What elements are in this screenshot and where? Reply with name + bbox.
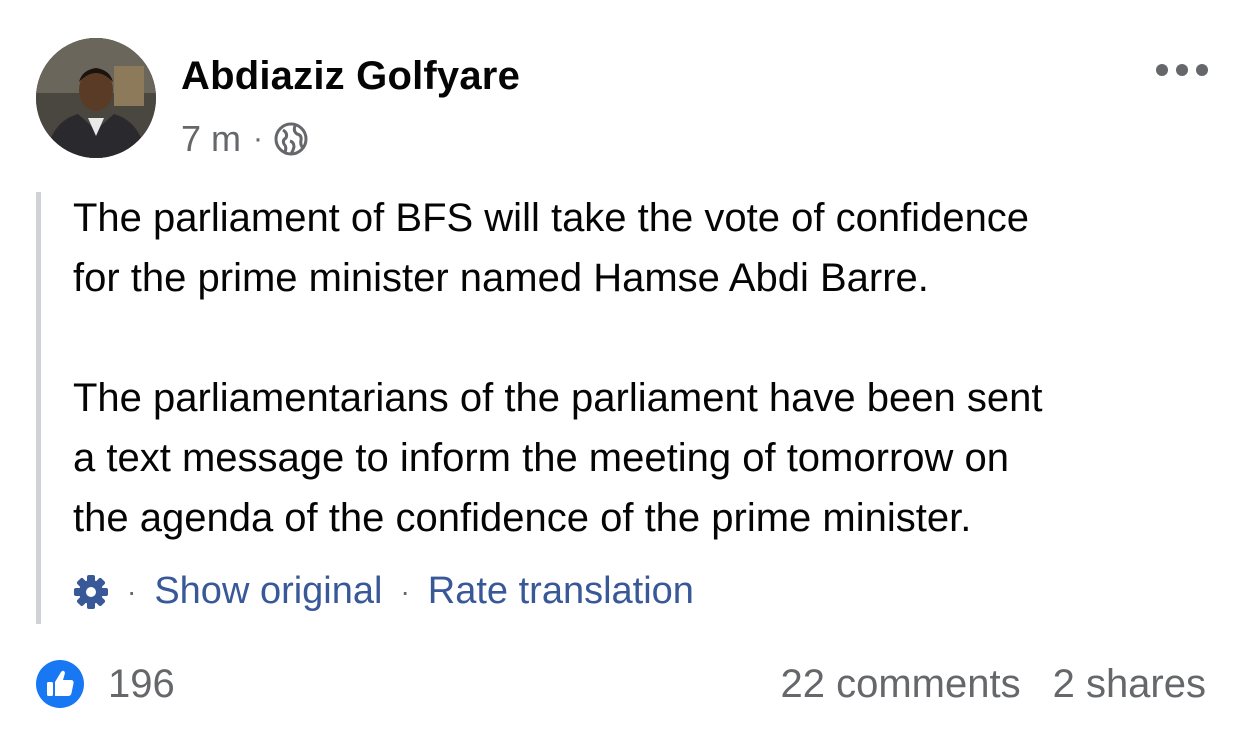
avatar[interactable] — [36, 38, 156, 158]
gear-icon[interactable] — [73, 574, 109, 610]
more-horizontal-icon[interactable] — [1154, 60, 1210, 80]
post-paragraph-2: The parliamentarians of the parliament h… — [73, 376, 1043, 540]
translation-quote-bar — [36, 192, 41, 624]
comments-count[interactable]: 22 comments — [780, 662, 1020, 707]
shares-count[interactable]: 2 shares — [1053, 662, 1206, 707]
post-paragraph-1: The parliament of BFS will take the vote… — [73, 196, 1030, 300]
like-count: 196 — [108, 661, 175, 706]
rate-translation-link[interactable]: Rate translation — [428, 570, 694, 613]
translation-separator: · — [127, 575, 137, 607]
reactions-summary[interactable]: 196 — [36, 660, 175, 708]
meta-separator: · — [253, 122, 264, 155]
author-name[interactable]: Abdiaziz Golfyare — [181, 54, 520, 99]
show-original-link[interactable]: Show original — [154, 570, 382, 613]
post-meta: 7 m · — [181, 118, 309, 160]
post-footer: 196 22 comments 2 shares — [36, 660, 1206, 708]
globe-icon — [273, 121, 309, 157]
translation-separator: · — [400, 575, 410, 607]
post-body: The parliament of BFS will take the vote… — [73, 188, 1223, 548]
translation-bar: · Show original · Rate translation — [73, 570, 694, 613]
engagement-counts: 22 comments 2 shares — [780, 662, 1206, 707]
thumbs-up-icon — [36, 660, 84, 708]
post-timestamp[interactable]: 7 m — [181, 118, 241, 160]
